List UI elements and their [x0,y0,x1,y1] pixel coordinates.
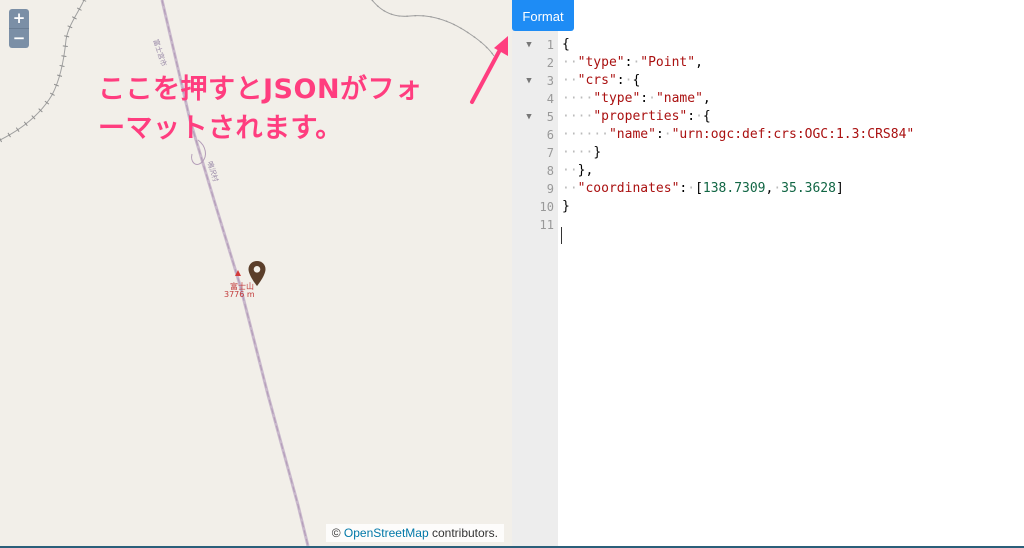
line-number: 3 [546,74,554,88]
code-text[interactable]: } [562,198,570,216]
line-number: 5 [546,110,554,124]
code-text[interactable]: { [562,36,570,54]
peak-elevation: 3776 m [224,290,255,299]
text-cursor [561,227,562,244]
code-text[interactable]: ····"type":·"name", [562,90,711,108]
code-text[interactable]: ····} [562,144,601,162]
code-line: 4 ····"type":·"name", [512,90,1024,108]
zoom-control: + − [9,9,29,48]
code-text[interactable]: ··"type":·"Point", [562,54,703,72]
line-number: 11 [539,218,554,232]
fold-arrow-icon[interactable]: ▼ [524,36,534,54]
map-pin-icon[interactable] [247,260,267,287]
peak-triangle-icon [235,270,241,276]
line-number: 4 [546,92,554,106]
line-number: 10 [539,200,554,214]
code-line: 2 ··"type":·"Point", [512,54,1024,72]
code-text[interactable]: ····"properties":·{ [562,108,711,126]
code-text[interactable]: ······"name":·"urn:ogc:def:crs:OGC:1.3:C… [562,126,914,144]
line-number: 9 [546,182,554,196]
line-number: 8 [546,164,554,178]
code-line: ▼ 3 ··"crs":·{ [512,72,1024,90]
annotation-line: ここを押すとJSONがフォ [98,74,423,105]
code-line: 11 [512,216,1024,234]
attribution-suffix: contributors. [431,526,498,540]
code-line: 9 ··"coordinates":·[138.7309,·35.3628] [512,180,1024,198]
line-number: 2 [546,56,554,70]
annotation-line: ーマットされます。 [98,113,343,145]
code-line: 7 ····} [512,144,1024,162]
code-line: 6 ······"name":·"urn:ogc:def:crs:OGC:1.3… [512,126,1024,144]
line-number: 6 [546,128,554,142]
code-line: 10 } [512,198,1024,216]
line-number: 7 [546,146,554,160]
code-text[interactable]: ··}, [562,162,593,180]
fold-arrow-icon[interactable]: ▼ [524,108,534,126]
copyright-symbol: © [331,526,341,540]
zoom-out-button[interactable]: − [9,28,29,48]
zoom-in-button[interactable]: + [9,9,29,28]
code-text[interactable]: ··"coordinates":·[138.7309,·35.3628] [562,180,844,198]
code-text[interactable]: ··"crs":·{ [562,72,640,90]
openstreetmap-link[interactable]: OpenStreetMap [344,526,429,540]
code-line: ▼ 1 { [512,36,1024,54]
json-editor[interactable]: ▼ 1 { 2 ··"type":·"Point", ▼ 3 ··"crs":·… [512,0,1024,546]
line-number: 1 [546,38,554,52]
map-attribution: © OpenStreetMap contributors. [325,524,504,542]
code-line: ▼ 5 ····"properties":·{ [512,108,1024,126]
map-view[interactable]: + − 富士宮市 鳴沢村 富士山 3776 m ここを押すとJSONがフォ ーマ… [0,0,512,546]
code-line: 8 ··}, [512,162,1024,180]
format-button[interactable]: Format [512,0,574,31]
annotation-text: ここを押すとJSONがフォ ーマットされます。 [98,70,468,148]
annotation-arrow-icon [470,36,508,104]
fold-arrow-icon[interactable]: ▼ [524,72,534,90]
